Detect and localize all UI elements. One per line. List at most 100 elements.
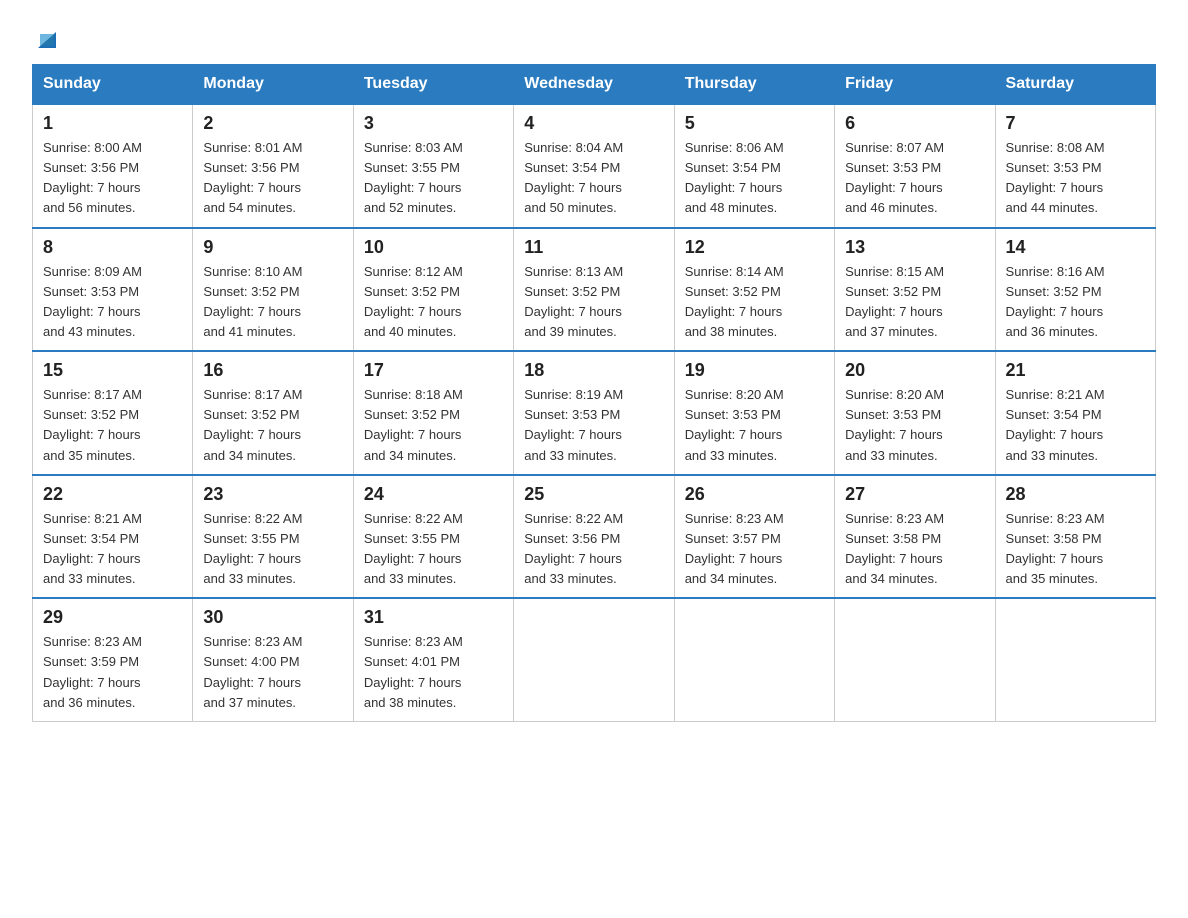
day-number: 23 (203, 484, 342, 505)
col-monday: Monday (193, 65, 353, 105)
day-number: 31 (364, 607, 503, 628)
day-info: Sunrise: 8:07 AMSunset: 3:53 PMDaylight:… (845, 140, 944, 215)
day-info: Sunrise: 8:23 AMSunset: 4:00 PMDaylight:… (203, 634, 302, 709)
day-number: 20 (845, 360, 984, 381)
day-info: Sunrise: 8:03 AMSunset: 3:55 PMDaylight:… (364, 140, 463, 215)
day-number: 24 (364, 484, 503, 505)
cell-4-1: 30 Sunrise: 8:23 AMSunset: 4:00 PMDaylig… (193, 598, 353, 721)
day-info: Sunrise: 8:20 AMSunset: 3:53 PMDaylight:… (845, 387, 944, 462)
col-sunday: Sunday (33, 65, 193, 105)
cell-2-2: 17 Sunrise: 8:18 AMSunset: 3:52 PMDaylig… (353, 351, 513, 475)
cell-3-6: 28 Sunrise: 8:23 AMSunset: 3:58 PMDaylig… (995, 475, 1155, 599)
cell-4-2: 31 Sunrise: 8:23 AMSunset: 4:01 PMDaylig… (353, 598, 513, 721)
day-number: 26 (685, 484, 824, 505)
cell-3-3: 25 Sunrise: 8:22 AMSunset: 3:56 PMDaylig… (514, 475, 674, 599)
day-number: 11 (524, 237, 663, 258)
day-number: 18 (524, 360, 663, 381)
cell-2-5: 20 Sunrise: 8:20 AMSunset: 3:53 PMDaylig… (835, 351, 995, 475)
day-number: 27 (845, 484, 984, 505)
page-header (32, 24, 1156, 48)
cell-4-0: 29 Sunrise: 8:23 AMSunset: 3:59 PMDaylig… (33, 598, 193, 721)
day-info: Sunrise: 8:22 AMSunset: 3:55 PMDaylight:… (364, 511, 463, 586)
day-number: 2 (203, 113, 342, 134)
day-info: Sunrise: 8:18 AMSunset: 3:52 PMDaylight:… (364, 387, 463, 462)
day-info: Sunrise: 8:08 AMSunset: 3:53 PMDaylight:… (1006, 140, 1105, 215)
week-row-2: 8 Sunrise: 8:09 AMSunset: 3:53 PMDayligh… (33, 228, 1156, 352)
day-number: 6 (845, 113, 984, 134)
day-number: 4 (524, 113, 663, 134)
col-friday: Friday (835, 65, 995, 105)
day-info: Sunrise: 8:17 AMSunset: 3:52 PMDaylight:… (203, 387, 302, 462)
week-row-4: 22 Sunrise: 8:21 AMSunset: 3:54 PMDaylig… (33, 475, 1156, 599)
cell-1-5: 13 Sunrise: 8:15 AMSunset: 3:52 PMDaylig… (835, 228, 995, 352)
day-number: 12 (685, 237, 824, 258)
day-info: Sunrise: 8:23 AMSunset: 3:59 PMDaylight:… (43, 634, 142, 709)
day-number: 8 (43, 237, 182, 258)
day-info: Sunrise: 8:20 AMSunset: 3:53 PMDaylight:… (685, 387, 784, 462)
cell-0-4: 5 Sunrise: 8:06 AMSunset: 3:54 PMDayligh… (674, 104, 834, 228)
day-info: Sunrise: 8:06 AMSunset: 3:54 PMDaylight:… (685, 140, 784, 215)
day-number: 3 (364, 113, 503, 134)
day-number: 16 (203, 360, 342, 381)
day-number: 1 (43, 113, 182, 134)
day-number: 13 (845, 237, 984, 258)
cell-1-2: 10 Sunrise: 8:12 AMSunset: 3:52 PMDaylig… (353, 228, 513, 352)
day-info: Sunrise: 8:23 AMSunset: 4:01 PMDaylight:… (364, 634, 463, 709)
col-tuesday: Tuesday (353, 65, 513, 105)
day-number: 21 (1006, 360, 1145, 381)
cell-1-6: 14 Sunrise: 8:16 AMSunset: 3:52 PMDaylig… (995, 228, 1155, 352)
day-number: 29 (43, 607, 182, 628)
cell-2-3: 18 Sunrise: 8:19 AMSunset: 3:53 PMDaylig… (514, 351, 674, 475)
cell-4-3 (514, 598, 674, 721)
cell-4-6 (995, 598, 1155, 721)
cell-2-1: 16 Sunrise: 8:17 AMSunset: 3:52 PMDaylig… (193, 351, 353, 475)
day-info: Sunrise: 8:23 AMSunset: 3:58 PMDaylight:… (845, 511, 944, 586)
cell-1-1: 9 Sunrise: 8:10 AMSunset: 3:52 PMDayligh… (193, 228, 353, 352)
day-info: Sunrise: 8:16 AMSunset: 3:52 PMDaylight:… (1006, 264, 1105, 339)
cell-1-4: 12 Sunrise: 8:14 AMSunset: 3:52 PMDaylig… (674, 228, 834, 352)
day-info: Sunrise: 8:17 AMSunset: 3:52 PMDaylight:… (43, 387, 142, 462)
col-saturday: Saturday (995, 65, 1155, 105)
cell-3-1: 23 Sunrise: 8:22 AMSunset: 3:55 PMDaylig… (193, 475, 353, 599)
day-number: 22 (43, 484, 182, 505)
cell-1-0: 8 Sunrise: 8:09 AMSunset: 3:53 PMDayligh… (33, 228, 193, 352)
day-number: 17 (364, 360, 503, 381)
day-info: Sunrise: 8:22 AMSunset: 3:55 PMDaylight:… (203, 511, 302, 586)
cell-2-6: 21 Sunrise: 8:21 AMSunset: 3:54 PMDaylig… (995, 351, 1155, 475)
day-number: 14 (1006, 237, 1145, 258)
day-info: Sunrise: 8:13 AMSunset: 3:52 PMDaylight:… (524, 264, 623, 339)
day-number: 25 (524, 484, 663, 505)
day-info: Sunrise: 8:21 AMSunset: 3:54 PMDaylight:… (1006, 387, 1105, 462)
day-info: Sunrise: 8:23 AMSunset: 3:57 PMDaylight:… (685, 511, 784, 586)
day-info: Sunrise: 8:21 AMSunset: 3:54 PMDaylight:… (43, 511, 142, 586)
cell-0-3: 4 Sunrise: 8:04 AMSunset: 3:54 PMDayligh… (514, 104, 674, 228)
cell-0-6: 7 Sunrise: 8:08 AMSunset: 3:53 PMDayligh… (995, 104, 1155, 228)
day-info: Sunrise: 8:01 AMSunset: 3:56 PMDaylight:… (203, 140, 302, 215)
week-row-5: 29 Sunrise: 8:23 AMSunset: 3:59 PMDaylig… (33, 598, 1156, 721)
col-thursday: Thursday (674, 65, 834, 105)
calendar-header-row: Sunday Monday Tuesday Wednesday Thursday… (33, 65, 1156, 105)
cell-3-0: 22 Sunrise: 8:21 AMSunset: 3:54 PMDaylig… (33, 475, 193, 599)
day-number: 19 (685, 360, 824, 381)
col-wednesday: Wednesday (514, 65, 674, 105)
cell-2-4: 19 Sunrise: 8:20 AMSunset: 3:53 PMDaylig… (674, 351, 834, 475)
day-info: Sunrise: 8:04 AMSunset: 3:54 PMDaylight:… (524, 140, 623, 215)
day-info: Sunrise: 8:00 AMSunset: 3:56 PMDaylight:… (43, 140, 142, 215)
cell-0-5: 6 Sunrise: 8:07 AMSunset: 3:53 PMDayligh… (835, 104, 995, 228)
day-number: 15 (43, 360, 182, 381)
day-info: Sunrise: 8:14 AMSunset: 3:52 PMDaylight:… (685, 264, 784, 339)
day-number: 30 (203, 607, 342, 628)
day-info: Sunrise: 8:10 AMSunset: 3:52 PMDaylight:… (203, 264, 302, 339)
day-number: 10 (364, 237, 503, 258)
cell-1-3: 11 Sunrise: 8:13 AMSunset: 3:52 PMDaylig… (514, 228, 674, 352)
cell-0-0: 1 Sunrise: 8:00 AMSunset: 3:56 PMDayligh… (33, 104, 193, 228)
cell-2-0: 15 Sunrise: 8:17 AMSunset: 3:52 PMDaylig… (33, 351, 193, 475)
calendar-table: Sunday Monday Tuesday Wednesday Thursday… (32, 64, 1156, 722)
day-number: 28 (1006, 484, 1145, 505)
day-info: Sunrise: 8:19 AMSunset: 3:53 PMDaylight:… (524, 387, 623, 462)
day-info: Sunrise: 8:09 AMSunset: 3:53 PMDaylight:… (43, 264, 142, 339)
logo (32, 24, 60, 48)
day-number: 5 (685, 113, 824, 134)
cell-3-5: 27 Sunrise: 8:23 AMSunset: 3:58 PMDaylig… (835, 475, 995, 599)
cell-0-2: 3 Sunrise: 8:03 AMSunset: 3:55 PMDayligh… (353, 104, 513, 228)
